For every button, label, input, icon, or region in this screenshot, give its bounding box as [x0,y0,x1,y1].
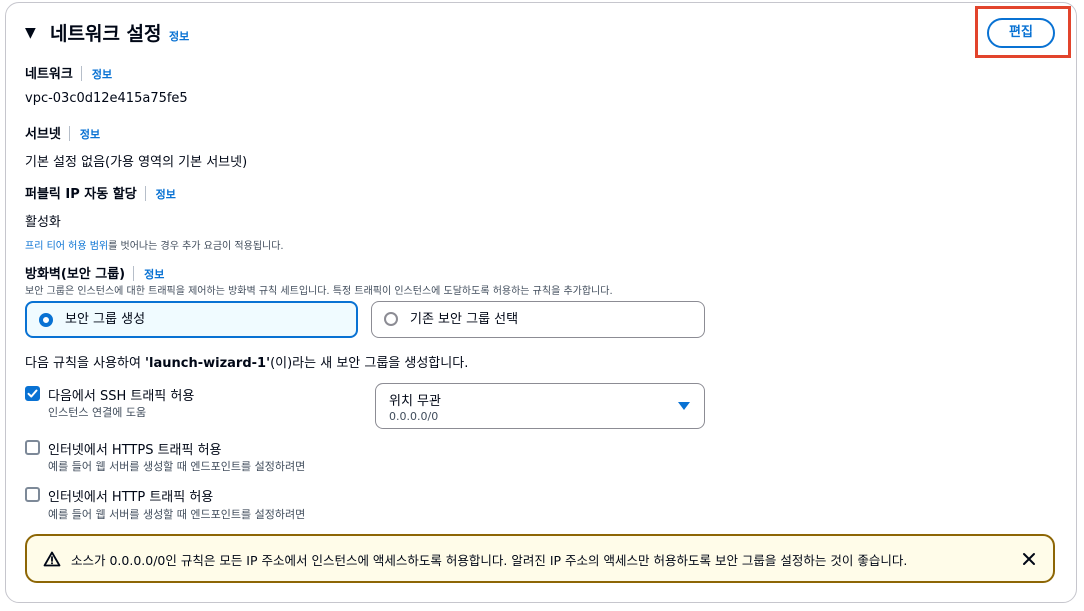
https-rule-label[interactable]: 인터넷에서 HTTPS 트래픽 허용 [48,439,222,458]
close-icon[interactable] [1022,552,1036,566]
divider [133,266,135,281]
ssh-rule-description: 인스턴스 연결에 도움 [48,406,147,419]
network-value: vpc-03c0d12e415a75fe5 [25,91,188,106]
edit-button[interactable]: 편집 [987,18,1055,48]
public-ip-label: 퍼블릭 IP 자동 할당 [25,187,137,202]
create-security-group-option[interactable]: 보안 그룹 생성 [25,301,358,338]
divider [68,126,70,141]
select-existing-security-group-label: 기존 보안 그룹 선택 [410,312,519,327]
firewall-label-row: 방화벽(보안 그룹) 정보 [25,263,164,282]
rule-description: 다음 규칙을 사용하여 'launch-wizard-1'(이)라는 새 보안 … [25,352,468,371]
http-rule-label[interactable]: 인터넷에서 HTTP 트래픽 허용 [48,486,213,505]
firewall-description: 보안 그룹은 인스턴스에 대한 트래픽을 제어하는 방화벽 규칙 세트입니다. … [25,286,613,297]
section-title: 네트워크 설정 [50,23,162,45]
divider [144,186,146,201]
ssh-rule-label[interactable]: 다음에서 SSH 트래픽 허용 [48,385,194,404]
rule-group-name: 'launch-wizard-1' [145,356,271,371]
free-tier-note-row: 프리 티어 허용 범위를 벗어나는 경우 추가 요금이 적용됩니다. [25,237,284,252]
subnet-info-link[interactable]: 정보 [80,128,100,141]
ssh-checkbox[interactable] [25,386,40,401]
network-label: 네트워크 [25,67,73,82]
radio-selected-icon[interactable] [39,313,53,327]
radio-unselected-icon[interactable] [384,312,398,326]
ssh-source-cidr: 0.0.0.0/0 [389,410,439,423]
checkmark-icon [27,389,38,398]
free-tier-note: 를 벗어나는 경우 추가 요금이 적용됩니다. [108,241,284,252]
http-rule-description: 예를 들어 웹 서버를 생성할 때 엔드포인트를 설정하려면 [48,508,306,521]
divider [80,66,82,81]
subnet-label: 서브넷 [25,127,61,142]
free-tier-link[interactable]: 프리 티어 허용 범위 [25,241,108,252]
https-checkbox[interactable] [25,440,40,455]
firewall-info-link[interactable]: 정보 [144,268,164,281]
subnet-label-row: 서브넷 정보 [25,123,100,142]
caret-down-icon [678,402,690,410]
subnet-value: 기본 설정 없음(가용 영역의 기본 서브넷) [25,155,248,170]
ssh-source-label: 위치 무관 [389,394,441,409]
public-ip-info-link[interactable]: 정보 [156,188,176,201]
warning-text: 소스가 0.0.0.0/0인 규칙은 모든 IP 주소에서 인스턴스에 액세스하… [71,553,908,568]
rule-suffix: (이)라는 새 보안 그룹을 생성합니다. [270,356,469,371]
https-rule-description: 예를 들어 웹 서버를 생성할 때 엔드포인트를 설정하려면 [48,460,306,473]
section-info-link[interactable]: 정보 [169,28,189,44]
http-checkbox[interactable] [25,487,40,502]
collapse-caret-icon[interactable]: ▼ [25,25,36,41]
create-security-group-label: 보안 그룹 생성 [65,312,146,327]
select-existing-security-group-option[interactable]: 기존 보안 그룹 선택 [371,301,705,338]
firewall-label: 방화벽(보안 그룹) [25,267,126,282]
public-ip-label-row: 퍼블릭 IP 자동 할당 정보 [25,183,176,202]
network-label-row: 네트워크 정보 [25,63,112,82]
rule-prefix: 다음 규칙을 사용하여 [25,356,146,371]
security-warning-alert: 소스가 0.0.0.0/0인 규칙은 모든 IP 주소에서 인스턴스에 액세스하… [25,534,1055,583]
network-info-link[interactable]: 정보 [92,68,112,81]
public-ip-value: 활성화 [25,215,61,230]
warning-icon [43,551,61,567]
ssh-source-select[interactable]: 위치 무관 0.0.0.0/0 [375,383,705,429]
